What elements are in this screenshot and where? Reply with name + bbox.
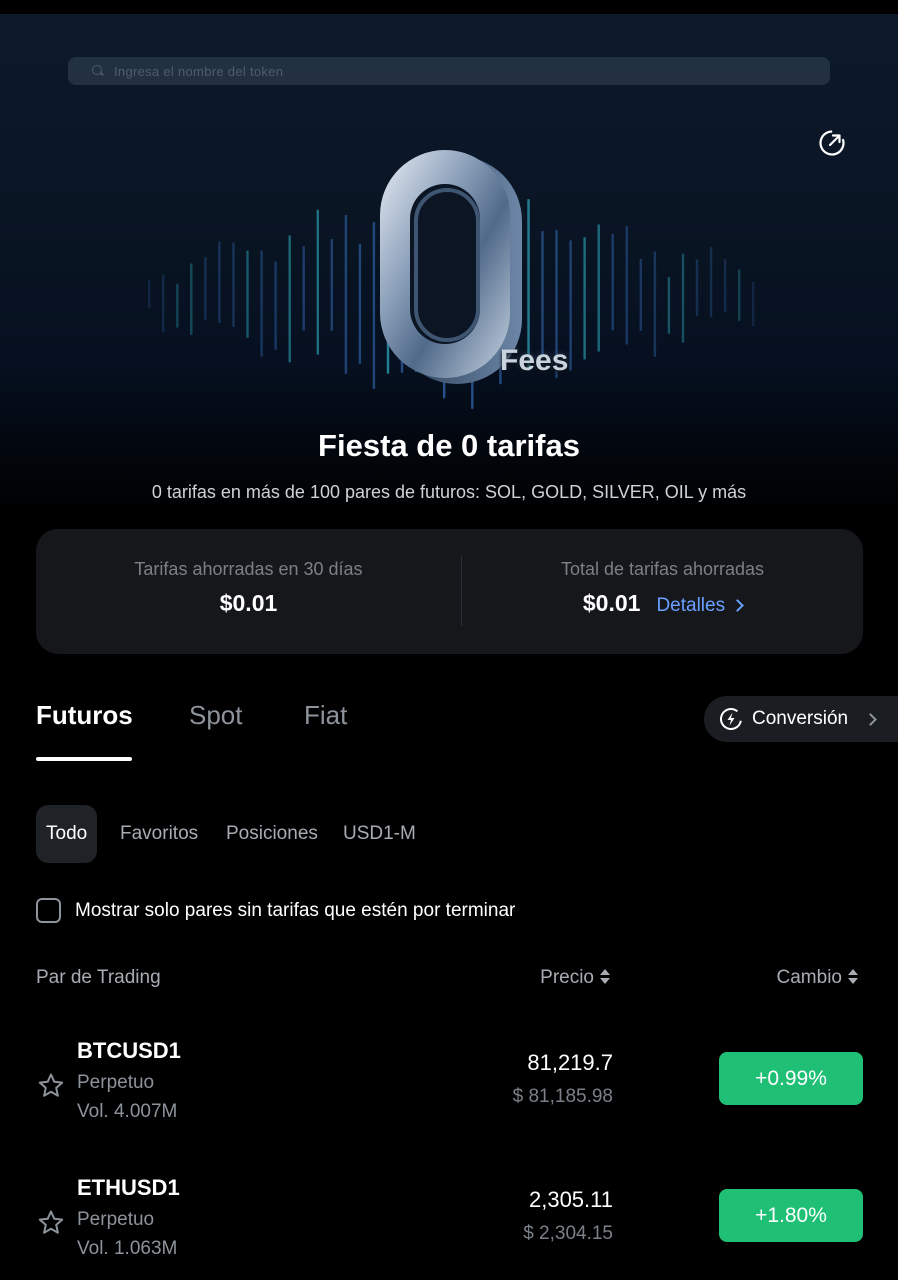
col-header-change[interactable]: Cambio <box>777 967 858 989</box>
wave-bar <box>639 259 642 331</box>
promo-title: Fiesta de 0 tarifas <box>318 428 580 463</box>
fees-badge: Fees <box>500 344 569 377</box>
pair-symbol: BTCUSD1 <box>77 1038 181 1063</box>
filter-todo[interactable]: Todo <box>36 805 98 863</box>
volume: Vol. 1.063M <box>77 1238 178 1259</box>
change-badge[interactable]: +1.80% <box>719 1189 863 1242</box>
expiring-only-checkbox[interactable] <box>36 898 61 923</box>
sort-icon <box>848 969 858 985</box>
wave-bar <box>752 282 755 327</box>
wave-bar <box>302 246 305 331</box>
savings-30d-value: $0.01 <box>219 590 278 616</box>
pair-symbol: ETHUSD1 <box>77 1175 180 1200</box>
sort-icon <box>600 969 610 985</box>
volume: Vol. 4.007M <box>77 1101 178 1122</box>
col-header-change-label: Cambio <box>776 967 842 988</box>
details-link[interactable]: Detalles <box>656 595 744 616</box>
promo-subtitle: 0 tarifas en más de 100 pares de futuros… <box>151 482 747 502</box>
wave-bar <box>190 263 193 335</box>
wave-bar <box>176 283 179 328</box>
savings-30d-label: Tarifas ahorradas en 30 días <box>134 559 363 579</box>
wave-bar <box>583 237 586 360</box>
filter-posiciones[interactable]: Posiciones <box>226 805 318 863</box>
wave-bar <box>232 242 235 327</box>
table-row[interactable]: BTCUSD1 Perpetuo Vol. 4.007M 81,219.7 $ … <box>0 1038 898 1148</box>
expiring-only-label: Mostrar solo pares sin tarifas que estén… <box>75 899 516 921</box>
wave-bar <box>344 215 348 374</box>
wave-bar <box>148 280 151 308</box>
filter-usd1m[interactable]: USD1-M <box>343 805 416 863</box>
fiat-price: $ 81,185.98 <box>512 1086 613 1107</box>
wave-bar <box>723 259 727 312</box>
star-icon[interactable] <box>36 1071 66 1101</box>
wave-bar <box>709 246 713 318</box>
table-row[interactable]: ETHUSD1 Perpetuo Vol. 1.063M 2,305.11 $ … <box>0 1175 898 1280</box>
search-placeholder: Ingresa el nombre del token <box>114 63 284 79</box>
chevron-right-icon <box>864 712 877 726</box>
wave-bar <box>316 209 319 355</box>
savings-total-row: $0.01 Detalles <box>462 590 863 617</box>
wave-bar <box>667 277 671 334</box>
savings-total-label: Total de tarifas ahorradas <box>560 559 765 579</box>
contract-type: Perpetuo <box>77 1209 155 1230</box>
conversion-icon <box>720 708 742 730</box>
change-badge[interactable]: +0.99% <box>719 1052 863 1105</box>
wave-bar <box>597 224 600 352</box>
contract-type: Perpetuo <box>77 1072 155 1093</box>
last-price: 2,305.11 <box>528 1187 613 1212</box>
wave-bar <box>288 235 291 363</box>
wave-bar <box>358 243 362 364</box>
savings-total: Total de tarifas ahorradas $0.01 Detalles <box>462 559 863 617</box>
wave-bar <box>218 241 221 323</box>
active-tab-indicator <box>36 757 132 761</box>
wave-bar <box>653 251 657 357</box>
expiring-only-option[interactable]: Mostrar solo pares sin tarifas que estén… <box>36 898 515 923</box>
wave-bar <box>162 274 165 333</box>
col-header-pair: Par de Trading <box>36 967 161 988</box>
share-icon[interactable] <box>818 129 846 157</box>
wave-bar <box>260 250 263 357</box>
wave-bar <box>625 226 628 345</box>
fee-savings-card: Tarifas ahorradas en 30 días $0.01 Total… <box>36 529 863 654</box>
wave-bar <box>330 239 333 331</box>
fiat-price: $ 2,304.15 <box>523 1223 613 1244</box>
wave-bar <box>569 240 572 371</box>
savings-30d: Tarifas ahorradas en 30 días $0.01 <box>36 559 461 617</box>
conversion-button[interactable]: Conversión <box>704 696 898 742</box>
savings-total-value: $0.01 <box>582 590 641 616</box>
wave-bar <box>541 231 544 359</box>
wave-bar <box>695 259 699 317</box>
tab-spot[interactable]: Spot <box>189 700 243 731</box>
search-icon <box>92 65 104 77</box>
last-price: 81,219.7 <box>527 1050 613 1075</box>
wave-bar <box>204 257 207 321</box>
col-header-price[interactable]: Precio <box>540 967 610 989</box>
wave-bar <box>246 250 249 338</box>
star-icon[interactable] <box>36 1208 66 1238</box>
tab-fiat[interactable]: Fiat <box>304 700 347 731</box>
tab-futuros[interactable]: Futuros <box>36 700 133 731</box>
details-label: Detalles <box>656 595 726 616</box>
filter-favoritos[interactable]: Favoritos <box>120 805 198 863</box>
conversion-label: Conversión <box>752 708 849 729</box>
wave-bar <box>738 269 741 321</box>
chevron-right-icon <box>731 599 744 612</box>
wave-bar <box>274 261 277 350</box>
col-header-price-label: Precio <box>540 967 594 988</box>
wave-bar <box>611 234 614 331</box>
wave-bar <box>681 253 685 343</box>
search-input[interactable]: Ingresa el nombre del token <box>68 57 830 85</box>
status-bar <box>0 0 898 14</box>
